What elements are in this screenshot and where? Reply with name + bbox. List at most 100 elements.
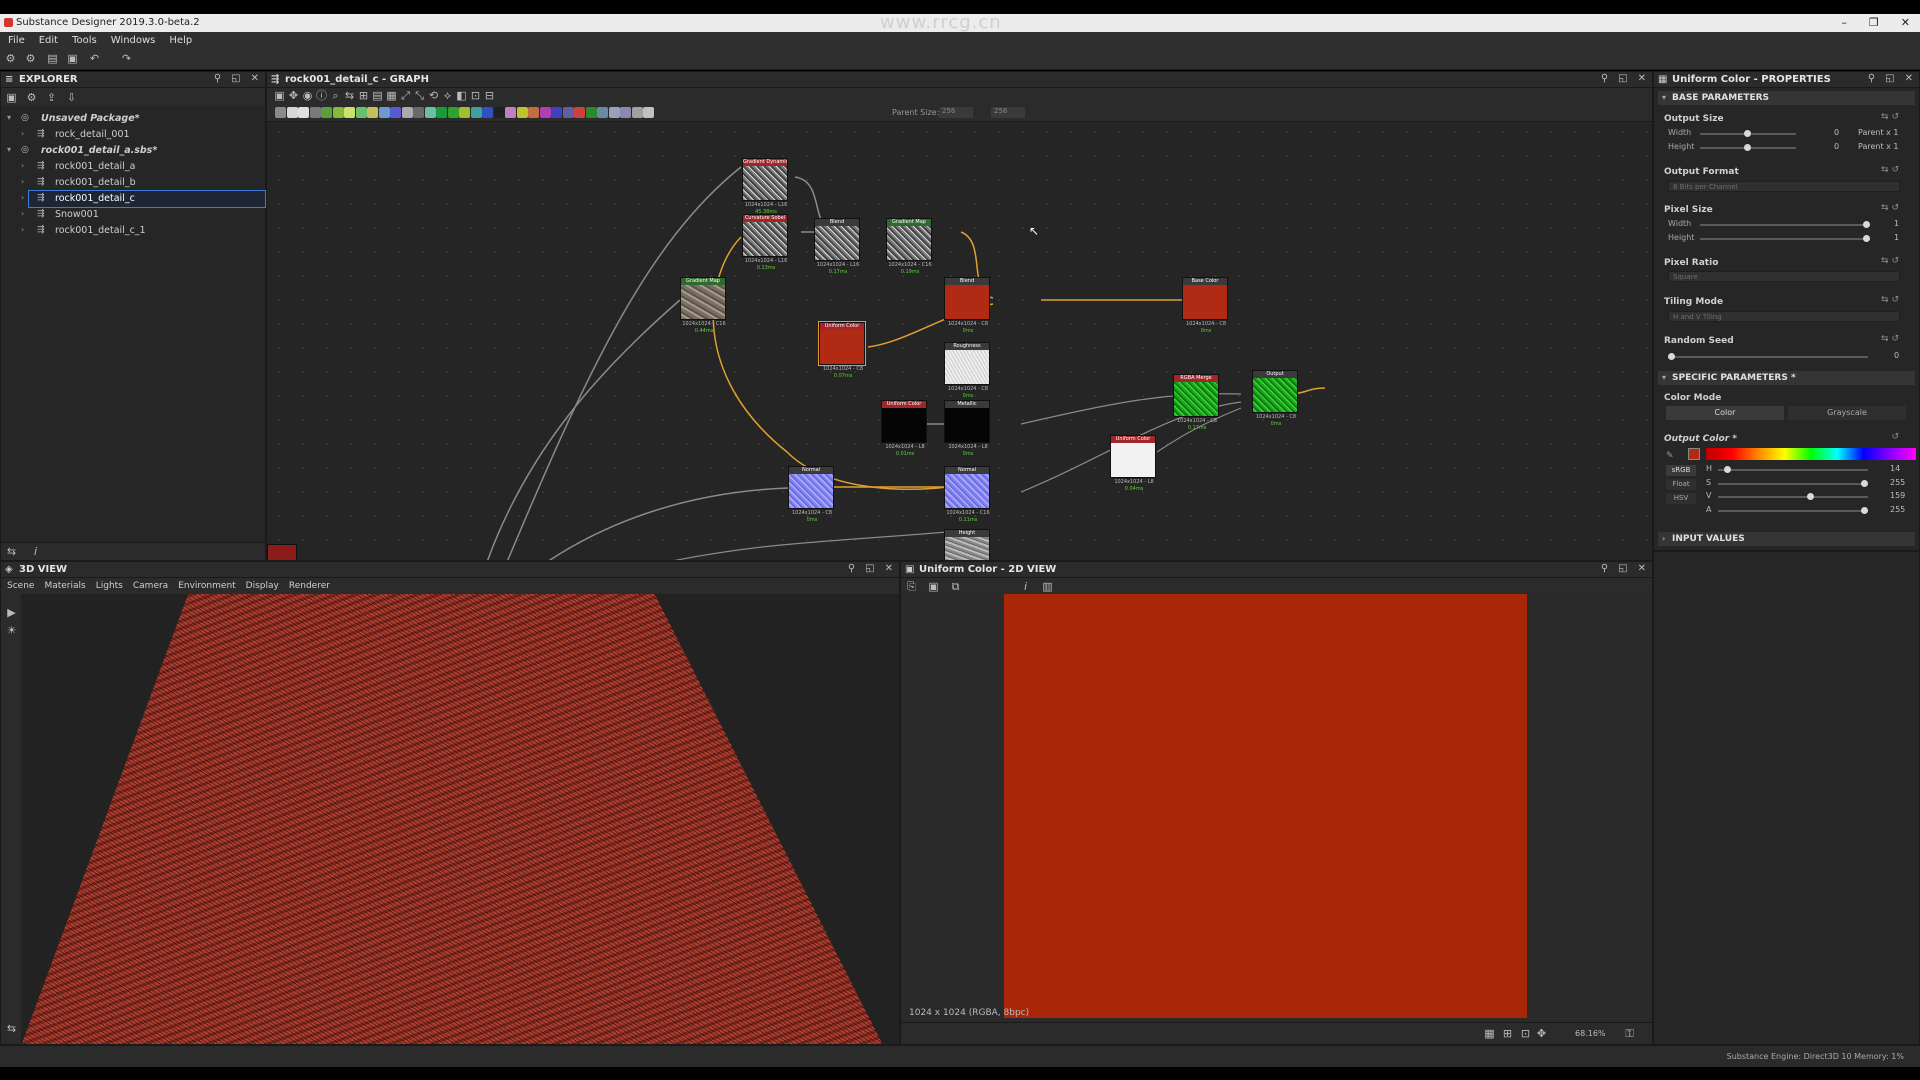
maximize-button[interactable]: ❐ <box>1869 16 1879 29</box>
close-panel-icon[interactable]: ✕ <box>1905 73 1913 84</box>
chevron-down-icon[interactable]: ▾ <box>7 145 11 154</box>
lock-icon[interactable]: ⚿ <box>1623 1027 1636 1040</box>
pixel-height-value[interactable]: 1 <box>1894 233 1899 242</box>
tile-icon[interactable]: ⊞ <box>1501 1027 1514 1040</box>
new-package-icon[interactable]: ⚙ <box>4 52 17 65</box>
output-format-dropdown[interactable]: 8 Bits per Channel <box>1668 181 1900 192</box>
menu-windows[interactable]: Windows <box>111 35 156 46</box>
grid-icon[interactable]: ▦ <box>1483 1027 1496 1040</box>
close-panel-icon[interactable]: ✕ <box>251 73 259 84</box>
hsv-button[interactable]: HSV <box>1666 493 1696 504</box>
tree-item-snow001[interactable]: › ⇶ Snow001 <box>1 207 263 223</box>
color-swatch[interactable] <box>1688 448 1700 460</box>
close-panel-icon[interactable]: ✕ <box>885 563 893 574</box>
info-icon[interactable]: i <box>29 545 42 558</box>
chevron-right-icon[interactable]: › <box>21 129 24 138</box>
graph-node[interactable]: Output 1024x1024 - C8 0ms <box>1252 370 1298 427</box>
camera-icon[interactable]: ▶ <box>5 606 18 619</box>
output-height-value[interactable]: 0 <box>1834 142 1839 151</box>
graph-node[interactable]: Blend 1024x1024 - L16 0.17ms <box>814 218 860 275</box>
tree-package-rock001[interactable]: ▾ ◎ rock001_detail_a.sbs* <box>1 143 263 159</box>
channel-value[interactable]: 255 <box>1890 505 1905 514</box>
input-values-section[interactable]: › INPUT VALUES <box>1658 532 1915 546</box>
chevron-down-icon[interactable]: ▾ <box>1662 93 1666 102</box>
hue-spectrum[interactable] <box>1706 448 1916 460</box>
float-icon[interactable]: ◱ <box>1618 563 1627 574</box>
save-icon[interactable]: ▣ <box>927 580 940 593</box>
histogram-icon[interactable]: ▥ <box>1041 580 1054 593</box>
save-icon[interactable]: ▣ <box>66 52 79 65</box>
chevron-right-icon[interactable]: › <box>21 177 24 186</box>
tiling-mode-dropdown[interactable]: H and V Tiling <box>1668 311 1900 322</box>
link-icon[interactable]: ⇆ ↺ <box>1881 112 1899 122</box>
tree-item-rock001-detail-b[interactable]: › ⇶ rock001_detail_b <box>1 175 263 191</box>
channel-slider[interactable] <box>1718 466 1868 473</box>
float-icon[interactable]: ◱ <box>231 73 240 84</box>
import-icon[interactable]: ⇪ <box>45 91 58 104</box>
pan-icon[interactable]: ✥ <box>1535 1027 1548 1040</box>
specific-parameters-section[interactable]: ▾ SPECIFIC PARAMETERS * <box>1658 371 1915 385</box>
random-seed-slider[interactable] <box>1668 353 1868 360</box>
color-mode-grayscale-button[interactable]: Grayscale <box>1788 406 1906 420</box>
output-width-slider[interactable] <box>1700 130 1796 137</box>
chevron-down-icon[interactable]: ▾ <box>7 113 11 122</box>
fit-icon[interactable]: ⊡ <box>1519 1027 1532 1040</box>
graph-node[interactable]: Gradient Map 1024x1024 - C16 0.19ms <box>886 218 932 275</box>
new-graph-icon[interactable]: ⚙ <box>24 52 37 65</box>
pin-icon[interactable]: ⚲ <box>1868 73 1875 84</box>
graph-node[interactable]: Metallic 1024x1024 - L8 0ms <box>944 400 990 457</box>
light-icon[interactable]: ☀ <box>5 624 18 637</box>
new-graph-icon[interactable]: ⚙ <box>25 91 38 104</box>
channel-slider[interactable] <box>1718 506 1868 514</box>
output-width-value[interactable]: 0 <box>1834 128 1839 137</box>
close-panel-icon[interactable]: ✕ <box>1638 563 1646 574</box>
2d-viewport[interactable]: 1024 x 1024 (RGBA, 8bpc) <box>901 594 1652 1022</box>
link-icon[interactable]: ⇆ ↺ <box>1881 334 1899 344</box>
redo-icon[interactable]: ↷ <box>120 52 133 65</box>
graph-node[interactable]: Base Color 1024x1024 - C8 0ms <box>1182 277 1228 334</box>
float-icon[interactable]: ◱ <box>865 563 874 574</box>
graph-node[interactable]: Gradient Map 1024x1024 - C16 0.44ms <box>680 277 726 334</box>
graph-node[interactable]: Normal 1024x1024 - C8 0ms <box>788 466 834 523</box>
float-button[interactable]: Float <box>1666 479 1696 490</box>
link-icon[interactable]: ⇆ ↺ <box>1881 203 1899 213</box>
link-icon[interactable]: ⇆ ↺ <box>1881 165 1899 175</box>
3d-viewport[interactable] <box>21 594 899 1044</box>
pin-icon[interactable]: ⚲ <box>214 73 221 84</box>
minimize-button[interactable]: – <box>1841 16 1847 29</box>
pin-icon[interactable]: ⚲ <box>848 563 855 574</box>
chevron-right-icon[interactable]: › <box>21 209 24 218</box>
save-package-icon[interactable]: ▣ <box>5 91 18 104</box>
export-icon[interactable]: ⇩ <box>65 91 78 104</box>
close-button[interactable]: ✕ <box>1901 16 1910 29</box>
channel-value[interactable]: 159 <box>1890 491 1905 500</box>
graph-node[interactable]: RGBA Merge 1024x1024 - C8 0.17ms <box>1173 374 1219 431</box>
graph-node[interactable]: Normal 1024x1024 - C16 0.11ms <box>944 466 990 523</box>
graph-node[interactable]: Roughness 1024x1024 - C8 0ms <box>944 342 990 399</box>
chevron-right-icon[interactable]: › <box>21 161 24 170</box>
output-height-relative[interactable]: Parent x 1 <box>1858 142 1899 151</box>
output-width-relative[interactable]: Parent x 1 <box>1858 128 1899 137</box>
pixel-width-value[interactable]: 1 <box>1894 219 1899 228</box>
float-icon[interactable]: ◱ <box>1885 73 1894 84</box>
chevron-right-icon[interactable]: › <box>21 193 24 202</box>
pixel-height-slider[interactable] <box>1700 235 1870 242</box>
open-icon[interactable]: ▤ <box>46 52 59 65</box>
tree-item-rock001-detail-c-1[interactable]: › ⇶ rock001_detail_c_1 <box>1 223 263 239</box>
undo-icon[interactable]: ↶ <box>88 52 101 65</box>
menu-tools[interactable]: Tools <box>72 35 97 46</box>
menu-environment[interactable]: Environment <box>178 581 235 591</box>
export-icon[interactable]: ⧉ <box>949 580 962 593</box>
menu-scene[interactable]: Scene <box>7 581 34 591</box>
eyedropper-icon[interactable]: ✎ <box>1666 451 1674 461</box>
menu-help[interactable]: Help <box>169 35 192 46</box>
graph-node[interactable]: Uniform Color 1024x1024 - C8 0.07ms <box>818 321 866 379</box>
chevron-down-icon[interactable]: ▾ <box>1662 373 1666 382</box>
random-seed-value[interactable]: 0 <box>1894 351 1899 360</box>
tree-package-unsaved[interactable]: ▾ ◎ Unsaved Package* <box>1 111 263 127</box>
menu-renderer[interactable]: Renderer <box>289 581 330 591</box>
pixel-ratio-dropdown[interactable]: Square <box>1668 271 1900 282</box>
frame-comment[interactable] <box>267 544 297 560</box>
tree-item-rock-detail-001[interactable]: › ⇶ rock_detail_001 <box>1 127 263 143</box>
menu-display[interactable]: Display <box>246 581 279 591</box>
